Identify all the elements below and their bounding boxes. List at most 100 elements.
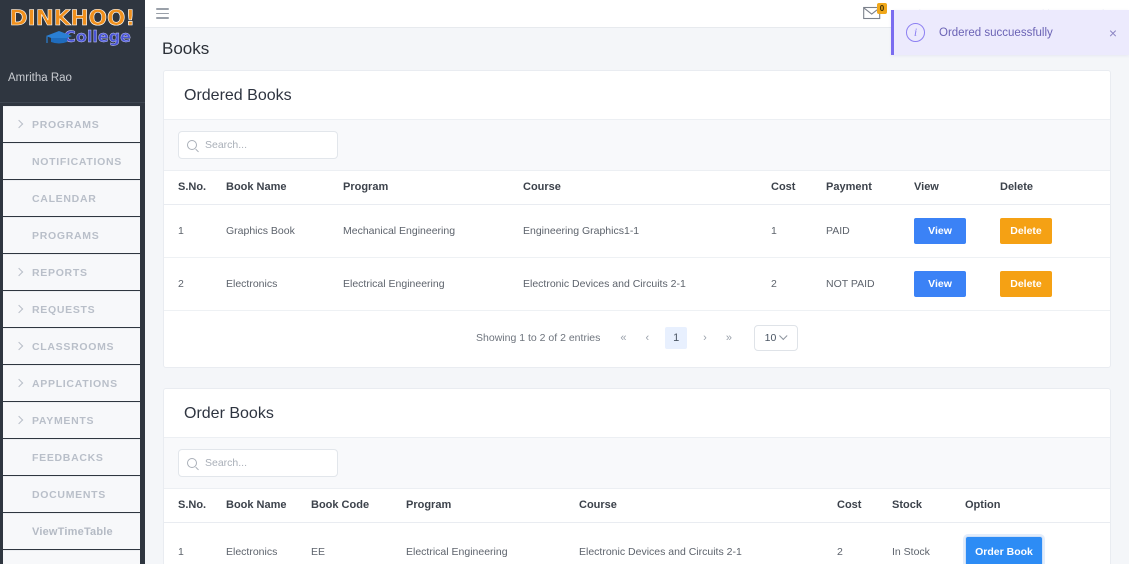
cell-sno: 1 [164,204,226,258]
sidebar-item-label: PAYMENTS [32,414,95,427]
sidebar-item-calendar[interactable]: CALENDAR [3,180,145,216]
cell2-program: Electrical Engineering [406,522,579,564]
ordered-books-tbody: 1 Graphics Book Mechanical Engineering Engi… [164,204,1110,311]
ordered-books-search[interactable] [178,131,338,159]
delete-button[interactable]: Delete [1000,218,1052,244]
mail-area: 0 [863,0,891,28]
hamburger-icon[interactable] [156,8,169,19]
pagination-prev[interactable]: ‹ [643,330,653,346]
cell-delete: Delete [1000,204,1110,258]
pagination-next[interactable]: › [700,330,710,346]
cell-course: Electronic Devices and Circuits 2-1 [523,257,771,311]
cell-program: Electrical Engineering [343,257,523,311]
sidebar-item-label: ViewTimeTable [32,525,113,538]
sidebar-item-label: PROGRAMS [32,229,100,242]
view-button[interactable]: View [914,218,966,244]
pagination-first[interactable]: « [617,330,629,346]
chevron-down-icon [779,331,788,341]
sidebar-item-programs[interactable]: PROGRAMS [3,106,145,142]
toast-notification[interactable]: i Ordered succuessfully × [891,10,1129,55]
order-book-button[interactable]: Order Book [965,536,1043,564]
sidebar-item-label: REQUESTS [32,303,96,316]
sidebar-item-applications[interactable]: APPLICATIONS [3,365,145,401]
sidebar-item-requests[interactable]: REQUESTS [3,291,145,327]
sidebar-item-classrooms[interactable]: CLASSROOMS [3,328,145,364]
sidebar-item-label: NOTIFICATIONS [32,155,122,168]
pagination-page-1[interactable]: 1 [665,327,688,349]
order-books-search-input[interactable] [203,456,329,470]
app-root: DINKHOO! eCollege Amritha Rao PROGRAMS NO… [0,0,1129,564]
pagination-last[interactable]: » [723,330,735,346]
delete-button[interactable]: Delete [1000,271,1052,297]
cell2-cost: 2 [837,522,892,564]
ordered-books-pagination: Showing 1 to 2 of 2 entries « ‹ 1 › » 10 [164,311,1110,367]
chevron-right-icon [15,120,25,130]
sidebar-item-label: PROGRAMS [32,118,100,131]
ordered-books-header: Ordered Books [164,71,1110,120]
per-page-value: 10 [764,332,777,344]
chevron-right-icon [15,416,25,426]
order-books-title: Order Books [184,405,274,422]
cell2-stock: In Stock [892,522,965,564]
order-books-card: Order Books S.No. Book Name Book Code [163,388,1111,564]
cell-book-name: Electronics [226,257,343,311]
brand-logo[interactable]: DINKHOO! eCollege [0,0,145,62]
ordered-books-toolbar [164,120,1110,171]
pagination-info: Showing 1 to 2 of 2 entries [476,332,601,344]
info-icon: i [906,23,925,42]
cell-view: View [914,204,1000,258]
sidebar-item-label: DOCUMENTS [32,488,106,501]
cell2-course: Electronic Devices and Circuits 2-1 [579,522,837,564]
logo-subtitle: eCollege [6,27,139,46]
sidebar-item-payments[interactable]: PAYMENTS [3,402,145,438]
sidebar-item-documents[interactable]: DOCUMENTS [3,476,145,512]
cell-payment: NOT PAID [826,257,914,311]
chevron-right-icon [15,342,25,352]
sidebar-user-name: Amritha Rao [8,72,72,84]
cell-cost: 2 [771,257,826,311]
per-page-select[interactable]: 10 [753,325,798,351]
search-icon [187,140,197,150]
cell2-option: Order Book [965,522,1110,564]
cell-book-name: Graphics Book [226,204,343,258]
order-books-thead: S.No. Book Name Book Code Program Course… [164,489,1110,523]
envelope-icon[interactable]: 0 [863,3,887,22]
sidebar-item-notifications[interactable]: NOTIFICATIONS [3,143,145,179]
sidebar-item-reports[interactable]: REPORTS [3,254,145,290]
view-button[interactable]: View [914,271,966,297]
sidebar-item-programs[interactable]: PROGRAMS [3,217,145,253]
order-books-search[interactable] [178,449,338,477]
cell-course: Engineering Graphics1-1 [523,204,771,258]
order-books-table: S.No. Book Name Book Code Program Course… [164,489,1110,564]
cell-payment: PAID [826,204,914,258]
sidebar-item-label: FEEDBACKS [32,451,104,464]
sidebar-item-feedbacks[interactable]: FEEDBACKS [3,439,145,475]
col2-book-name: Book Name [226,489,311,523]
ordered-books-search-input[interactable] [203,138,329,152]
close-icon[interactable]: × [1107,25,1119,41]
sidebar-item-label: CLASSROOMS [32,340,115,353]
cell2-book-code: EE [311,522,406,564]
sidebar-item-viewtimetable[interactable]: ViewTimeTable [3,513,145,549]
col2-course: Course [579,489,837,523]
col2-cost: Cost [837,489,892,523]
toast-message: Ordered succuessfully [939,26,1053,39]
col-view: View [914,171,1000,205]
order-books-header-row: S.No. Book Name Book Code Program Course… [164,489,1110,523]
col2-program: Program [406,489,579,523]
col2-option: Option [965,489,1110,523]
order-books-tbody: 1 Electronics EE Electrical Engineering Elec… [164,522,1110,564]
sidebar-item-dashboard[interactable]: Dashboard [3,550,145,564]
page-title: Books [162,39,210,58]
cell2-sno: 1 [164,522,226,564]
col2-stock: Stock [892,489,965,523]
order-books-toolbar [164,438,1110,489]
ordered-books-header-row: S.No. Book Name Program Course Cost Paym… [164,171,1110,205]
sidebar-item-label: REPORTS [32,266,88,279]
col-program: Program [343,171,523,205]
cell-cost: 1 [771,204,826,258]
